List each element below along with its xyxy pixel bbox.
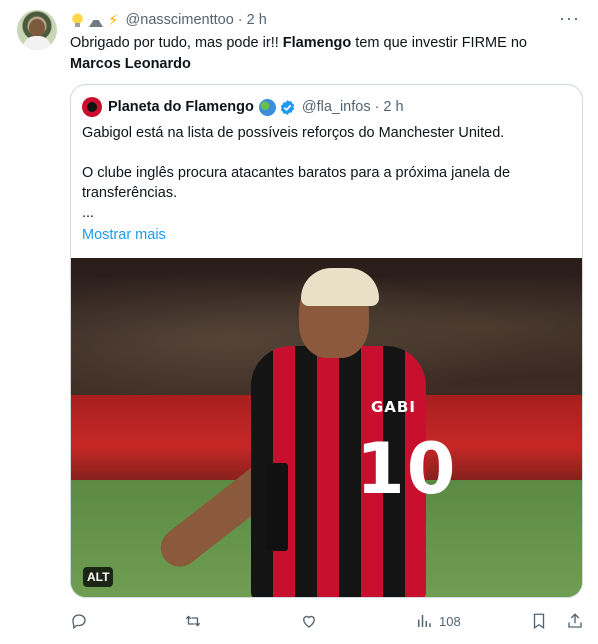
tweet-time[interactable]: 2 h <box>247 12 267 28</box>
quote-line: Gabigol está na lista de possíveis refor… <box>82 125 505 141</box>
more-options-icon[interactable]: ··· <box>559 8 580 29</box>
views-chart-icon <box>418 615 431 627</box>
tweet-text-part: tem que investir FIRME no <box>351 35 527 51</box>
separator-dot: · <box>374 99 380 115</box>
shirt-name: GABI <box>371 398 416 416</box>
reply-icon <box>72 614 86 630</box>
retweet-button[interactable] <box>184 610 202 632</box>
bookmark-icon <box>533 613 545 630</box>
retweet-icon <box>185 615 201 627</box>
quote-line: O clube inglês procura atacantes baratos… <box>82 165 511 201</box>
quote-header: Planeta do Flamengo @fla_infos · 2 h <box>82 97 404 117</box>
like-button[interactable] <box>300 610 318 632</box>
reply-button[interactable] <box>70 610 88 632</box>
quote-author-name[interactable]: Planeta do Flamengo <box>108 99 254 115</box>
views-button[interactable]: 108 <box>415 610 461 632</box>
mountain-icon <box>89 13 104 28</box>
tweet-text: Obrigado por tudo, mas pode ir!! Flameng… <box>70 33 585 75</box>
quote-ellipsis: ... <box>82 205 95 221</box>
player-captain-armband <box>266 463 288 551</box>
avatar-body <box>23 36 51 50</box>
quote-photo[interactable]: GABI 10 ALT <box>71 258 582 597</box>
heart-icon <box>303 615 315 628</box>
views-count: 108 <box>439 613 461 629</box>
avatar-face <box>29 19 45 37</box>
quoted-tweet[interactable]: Planeta do Flamengo @fla_infos · 2 h Gab… <box>70 84 583 598</box>
verified-badge-icon <box>280 99 295 115</box>
tweet-header: ⚡ @nasscimenttoo · 2 h <box>70 10 267 30</box>
tweet-text-bold: Flamengo <box>282 35 352 51</box>
author-handle[interactable]: @nasscimenttoo <box>126 12 234 28</box>
player-hair <box>301 268 379 306</box>
share-button[interactable] <box>566 610 584 632</box>
quote-time[interactable]: 2 h <box>383 99 403 115</box>
lightbulb-icon <box>70 12 85 28</box>
share-icon <box>568 613 582 628</box>
lightning-icon: ⚡ <box>108 11 119 29</box>
quote-text: Gabigol está na lista de possíveis refor… <box>82 123 572 245</box>
globe-icon <box>258 98 276 116</box>
show-more-link[interactable]: Mostrar mais <box>82 225 166 245</box>
tweet-text-bold: Marcos Leonardo <box>70 56 191 72</box>
tweet[interactable]: ⚡ @nasscimenttoo · 2 h ··· Obrigado por … <box>0 0 598 644</box>
quote-author-handle[interactable]: @fla_infos <box>302 99 371 115</box>
tweet-actions: 108 <box>70 610 585 632</box>
shirt-number: 10 <box>356 428 458 510</box>
separator-dot: · <box>237 12 243 28</box>
tweet-text-part: Obrigado por tudo, mas pode ir!! <box>70 35 283 51</box>
alt-text-badge[interactable]: ALT <box>83 567 114 587</box>
author-avatar[interactable] <box>17 10 57 50</box>
bookmark-button[interactable] <box>530 610 548 632</box>
quote-avatar[interactable] <box>82 97 102 117</box>
